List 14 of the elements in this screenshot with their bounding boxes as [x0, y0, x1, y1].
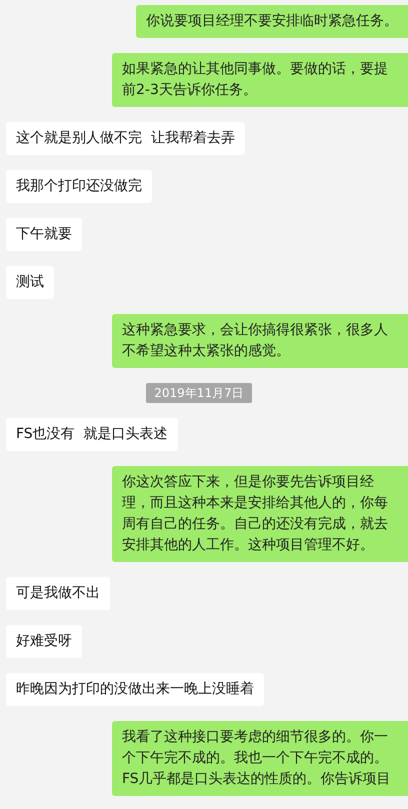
- received-message: FS也没有 就是口头表述: [6, 418, 178, 451]
- received-message: 可是我做不出: [6, 577, 110, 610]
- received-message: 我那个打印还没做完: [6, 170, 152, 203]
- received-message: 昨晚因为打印的没做出来一晚上没睡着: [6, 673, 264, 706]
- sent-message: 你说要项目经理不要安排临时紧急任务。: [136, 5, 408, 38]
- received-message: 测试: [6, 266, 54, 299]
- received-message: 这个就是别人做不完 让我帮着去弄: [6, 122, 245, 155]
- received-message: 好难受呀: [6, 625, 82, 658]
- sent-message: 如果紧急的让其他同事做。要做的话，要提前2-3天告诉你任务。: [112, 53, 408, 107]
- sent-message: 我看了这种接口要考虑的细节很多的。你一个下午完不成的。我也一个下午完不成的。FS几乎都是口头表达的性质的。你告诉项目: [112, 721, 408, 796]
- timestamp: 2019年11月7日: [146, 383, 252, 403]
- received-message: 下午就要: [6, 218, 82, 251]
- sent-message: 你这次答应下来，但是你要先告诉项目经理，而且这种本来是安排给其他人的，你每周有自己的任务。自己的还没有完成，就去安排其他的人工作。这种项目管理不好。: [112, 466, 408, 562]
- sent-message: 这种紧急要求，会让你搞得很紧张，很多人不希望这种太紧张的感觉。: [112, 314, 408, 368]
